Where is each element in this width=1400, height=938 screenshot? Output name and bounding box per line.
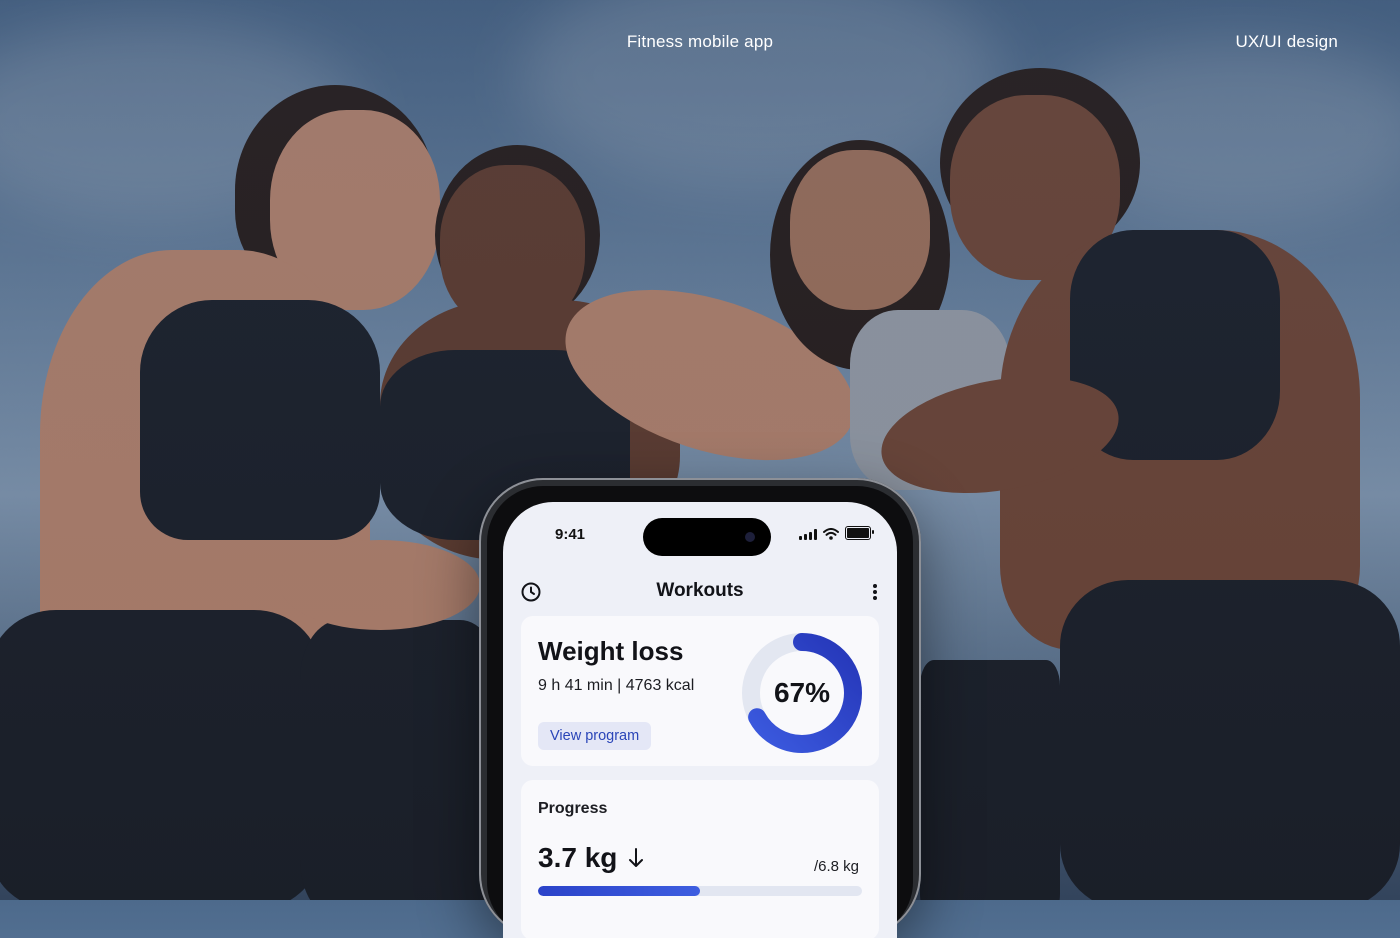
program-title: Weight loss	[538, 636, 684, 666]
progress-value: 3.7 kg	[538, 842, 618, 873]
progress-total: /6.8 kg	[813, 858, 859, 875]
view-program-button[interactable]: View program	[538, 722, 652, 750]
more-vertical-icon[interactable]	[871, 582, 879, 602]
camera-icon	[745, 532, 755, 542]
top-bar: Workouts	[503, 572, 897, 608]
cellular-signal-icon	[799, 529, 817, 540]
header-label: UX/UI design	[1235, 32, 1338, 51]
progress-bar	[538, 886, 862, 896]
program-meta: 9 h 41 min | 4763 kcal	[538, 677, 695, 694]
phone-mockup: 9:41 Workouts Weight loss 9 h 41 min | 4…	[479, 478, 921, 938]
header-title: Fitness mobile app	[626, 32, 774, 51]
dynamic-island	[643, 518, 771, 556]
progress-label: Progress	[538, 800, 608, 817]
status-icons	[799, 526, 874, 540]
progress-bar-fill	[538, 886, 700, 896]
progress-card: Progress 3.7 kg /6.8 kg	[521, 780, 879, 938]
phone-bezel: 9:41 Workouts Weight loss 9 h 41 min | 4…	[487, 486, 913, 938]
battery-icon	[845, 526, 874, 540]
wifi-icon	[823, 528, 839, 540]
phone-screen: 9:41 Workouts Weight loss 9 h 41 min | 4…	[503, 502, 897, 938]
progress-percent: 67%	[773, 677, 831, 708]
arrow-down-icon	[629, 848, 643, 867]
status-time: 9:41	[555, 526, 586, 543]
page-title: Workouts	[656, 580, 744, 601]
weight-loss-card[interactable]: Weight loss 9 h 41 min | 4763 kcal View …	[521, 616, 879, 766]
